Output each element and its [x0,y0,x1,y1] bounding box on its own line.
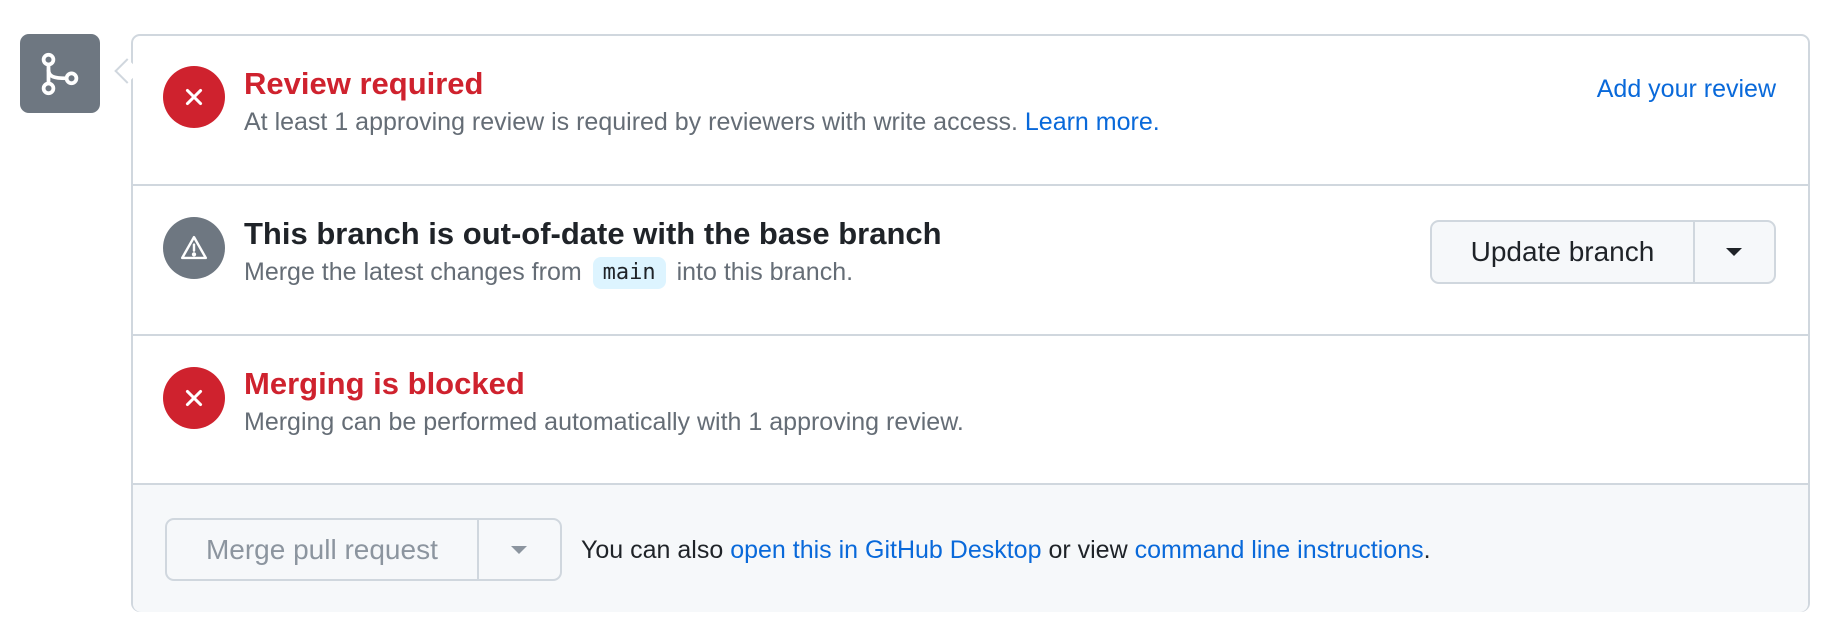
merging-blocked-description: Merging can be performed automatically w… [244,408,964,436]
branch-outdated-section: This branch is out-of-date with the base… [133,186,1808,336]
merge-pull-request-button[interactable]: Merge pull request [167,520,477,579]
review-required-title: Review required [244,66,484,101]
review-required-description: At least 1 approving review is required … [244,105,1160,139]
review-description-text: At least 1 approving review is required … [244,108,1018,136]
alert-triangle-icon [163,217,225,279]
update-branch-button[interactable]: Update branch [1432,222,1693,282]
merge-method-dropdown-button[interactable] [476,520,560,579]
footer-text-middle: or view [1048,536,1128,564]
branch-outdated-title: This branch is out-of-date with the base… [244,216,942,251]
merge-footer: Merge pull request You can also open thi… [133,485,1808,612]
chevron-down-icon [1726,248,1743,256]
branch-desc-after: into this branch. [676,258,854,286]
update-branch-button-group: Update branch [1430,220,1776,284]
chevron-down-icon [511,545,528,554]
git-branch-icon [20,34,100,113]
command-line-instructions-link[interactable]: command line instructions [1135,536,1424,564]
base-branch-name: main [592,257,666,289]
footer-text-before: You can also [581,536,724,564]
x-circle-icon [163,66,225,128]
merge-status-panel: Review required At least 1 approving rev… [131,34,1810,612]
footer-text: You can also open this in GitHub Desktop… [581,533,1431,567]
learn-more-link[interactable]: Learn more. [1025,108,1160,136]
branch-outdated-description: Merge the latest changes from main into … [244,255,853,289]
footer-text-end: . [1423,536,1431,564]
add-your-review-link[interactable]: Add your review [1597,72,1776,106]
open-github-desktop-link[interactable]: open this in GitHub Desktop [730,536,1041,564]
update-branch-dropdown-button[interactable] [1692,222,1774,282]
x-circle-icon [163,367,225,429]
merging-blocked-title: Merging is blocked [244,366,525,401]
merge-button-group: Merge pull request [165,518,562,581]
merging-blocked-section: Merging is blocked Merging can be perfor… [133,336,1808,485]
branch-desc-before: Merge the latest changes from [244,258,582,286]
review-required-section: Review required At least 1 approving rev… [133,36,1808,186]
